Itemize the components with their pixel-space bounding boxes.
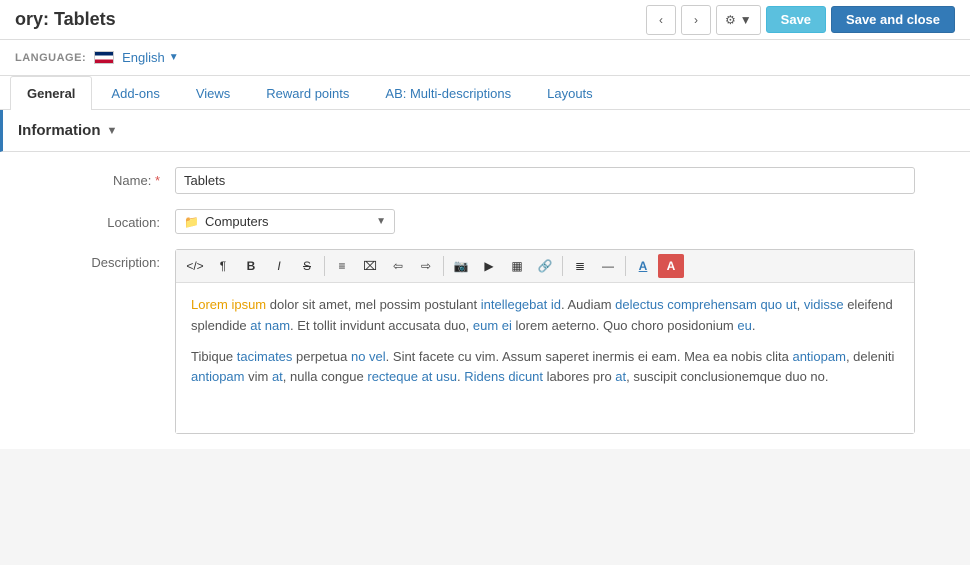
section-title: Information [18, 122, 101, 139]
next-button[interactable]: › [681, 5, 711, 35]
toolbar-align-center-button[interactable]: ⇨ [413, 254, 439, 278]
toolbar-fontcolor-button[interactable]: A [630, 254, 656, 278]
gear-dropdown-arrow: ▼ [740, 13, 752, 27]
editor-paragraph-2: Tibique tacimates perpetua no vel. Sint … [191, 347, 899, 389]
save-close-button[interactable]: Save and close [831, 6, 955, 33]
language-flag [94, 51, 114, 64]
toolbar-separator-4 [625, 256, 626, 276]
name-input[interactable] [175, 167, 915, 194]
main-content: Information ▼ Name: * Location: 📁 Comput… [0, 110, 970, 449]
tab-bar: General Add-ons Views Reward points AB: … [0, 76, 970, 110]
toolbar-align-left-button[interactable]: ⇦ [385, 254, 411, 278]
toolbar-italic-button[interactable]: I [266, 254, 292, 278]
description-row: Description: </> ¶ B I S ≡ ⌧ ⇦ ⇨ 📷 ▶ [0, 249, 970, 434]
tab-views[interactable]: Views [179, 76, 247, 110]
language-label: LANGUAGE: [15, 52, 86, 64]
toolbar-bgcolor-button[interactable]: A [658, 254, 684, 278]
gear-icon: ⚙ [725, 13, 736, 27]
description-label: Description: [15, 249, 175, 270]
location-dropdown-arrow: ▼ [376, 216, 386, 227]
tab-layouts[interactable]: Layouts [530, 76, 610, 110]
toolbar-ul-button[interactable]: ≡ [329, 254, 355, 278]
folder-icon: 📁 [184, 215, 199, 229]
toolbar-source-button[interactable]: </> [182, 254, 208, 278]
tab-general[interactable]: General [10, 76, 92, 110]
section-toggle-arrow[interactable]: ▼ [107, 125, 118, 137]
page-header: ory: Tablets ‹ › ⚙ ▼ Save Save and close [0, 0, 970, 40]
form-section: Name: * Location: 📁 Computers ▼ Descript… [0, 152, 970, 449]
tab-addons[interactable]: Add-ons [94, 76, 176, 110]
toolbar-paragraph-button[interactable]: ¶ [210, 254, 236, 278]
settings-button[interactable]: ⚙ ▼ [716, 5, 761, 35]
toolbar-image-button[interactable]: 📷 [448, 254, 474, 278]
description-editor: </> ¶ B I S ≡ ⌧ ⇦ ⇨ 📷 ▶ ▦ 🔗 ≣ [175, 249, 915, 434]
prev-button[interactable]: ‹ [646, 5, 676, 35]
save-button[interactable]: Save [766, 6, 826, 33]
toolbar-bold-button[interactable]: B [238, 254, 264, 278]
location-row: Location: 📁 Computers ▼ [0, 209, 970, 234]
name-row: Name: * [0, 167, 970, 194]
toolbar-link-button[interactable]: 🔗 [532, 254, 558, 278]
page-title: ory: Tablets [15, 9, 116, 30]
language-bar: LANGUAGE: English ▼ [0, 40, 970, 76]
language-selector[interactable]: English ▼ [122, 50, 179, 65]
location-label: Location: [15, 209, 175, 230]
toolbar-hr-button[interactable]: — [595, 254, 621, 278]
name-label: Name: * [15, 167, 175, 188]
editor-content-area[interactable]: Lorem ipsum dolor sit amet, mel possim p… [176, 283, 914, 433]
header-actions: ‹ › ⚙ ▼ Save Save and close [646, 5, 955, 35]
toolbar-justify-button[interactable]: ≣ [567, 254, 593, 278]
location-value: Computers [205, 214, 269, 229]
language-current: English [122, 50, 165, 65]
name-required-indicator: * [155, 173, 160, 188]
information-section-header: Information ▼ [0, 110, 970, 152]
toolbar-table-button[interactable]: ▦ [504, 254, 530, 278]
toolbar-video-button[interactable]: ▶ [476, 254, 502, 278]
toolbar-separator-3 [562, 256, 563, 276]
toolbar-separator-1 [324, 256, 325, 276]
toolbar-separator-2 [443, 256, 444, 276]
editor-paragraph-1: Lorem ipsum dolor sit amet, mel possim p… [191, 295, 899, 337]
language-dropdown-arrow: ▼ [169, 52, 179, 63]
tab-multidesc[interactable]: AB: Multi-descriptions [368, 76, 528, 110]
location-dropdown[interactable]: 📁 Computers ▼ [175, 209, 395, 234]
tab-reward-points[interactable]: Reward points [249, 76, 366, 110]
toolbar-ol-button[interactable]: ⌧ [357, 254, 383, 278]
toolbar-strikethrough-button[interactable]: S [294, 254, 320, 278]
editor-toolbar: </> ¶ B I S ≡ ⌧ ⇦ ⇨ 📷 ▶ ▦ 🔗 ≣ [176, 250, 914, 283]
